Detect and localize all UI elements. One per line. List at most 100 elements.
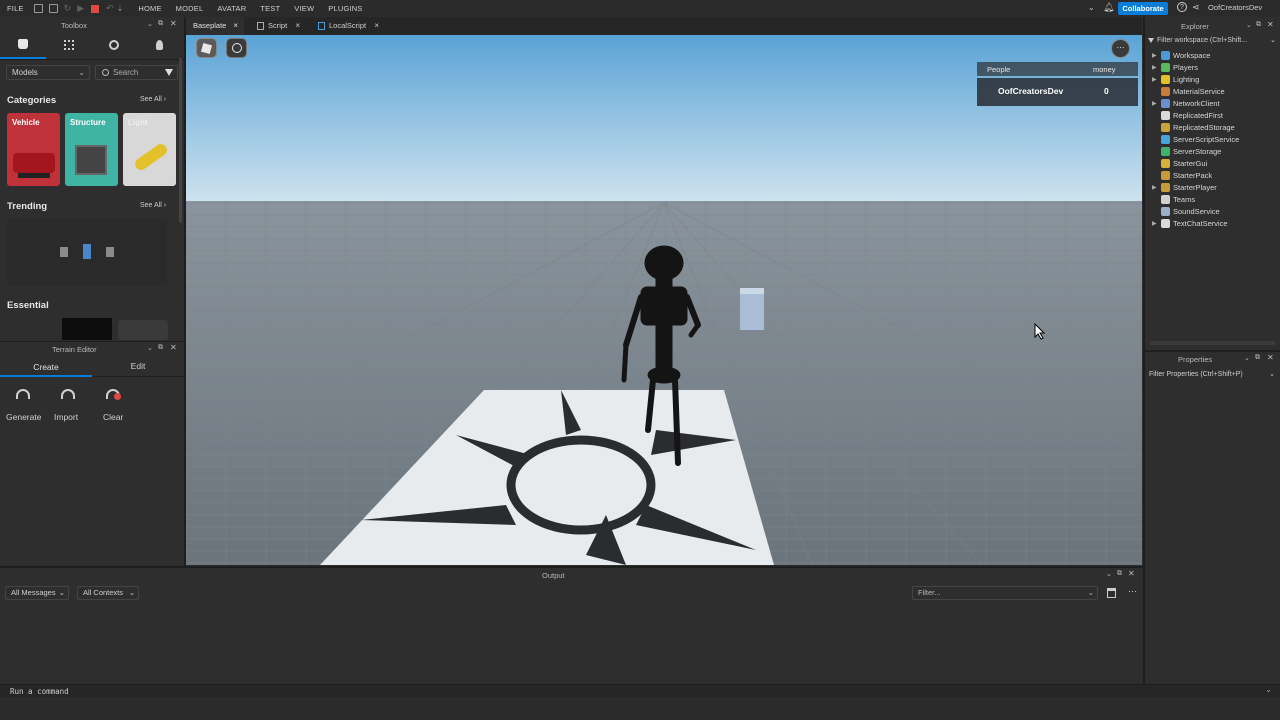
expand-arrow-icon[interactable]: ▶ [1152,220,1161,227]
more-options-button[interactable]: ··· [1111,39,1130,58]
more-icon[interactable]: ⇣ [117,4,124,13]
toolbox-scrollbar[interactable] [179,58,182,223]
menu-plugins[interactable]: PLUGINS [321,4,369,13]
roblox-menu-button[interactable] [196,38,217,58]
output-log-area[interactable] [0,604,1143,684]
expand-arrow-icon[interactable]: ▶ [1152,64,1161,71]
more-icon[interactable]: ⋯ [1128,586,1137,597]
category-card-vehicle[interactable]: Vehicle [7,113,60,186]
panel-menu-icon[interactable]: ⌄ [147,20,153,28]
command-input[interactable]: Run a command [10,687,69,696]
essential-item[interactable] [62,318,112,340]
explorer-item[interactable]: ReplicatedStorage [1152,121,1235,133]
clock-icon[interactable] [109,40,119,50]
explorer-item[interactable]: ServerScriptService [1152,133,1239,145]
undo-icon[interactable]: ↶ [106,3,114,14]
save-icon[interactable] [48,4,58,13]
explorer-hscrollbar[interactable] [1150,341,1275,345]
chat-button[interactable] [226,38,247,58]
redo-icon[interactable]: ↻ [64,3,72,14]
tab-create[interactable]: Create [0,357,92,377]
expand-arrow-icon[interactable]: ▶ [1152,52,1161,59]
stop-icon[interactable] [91,4,100,13]
undock-icon[interactable]: ⧉ [1256,21,1261,29]
play-icon[interactable]: ▶ [77,3,84,14]
panel-menu-icon[interactable]: ⌄ [1106,570,1112,578]
close-icon[interactable]: ✕ [170,343,177,352]
collaborate-button[interactable]: Collaborate [1118,2,1168,15]
close-icon[interactable]: ✕ [1267,20,1274,29]
player-money: 0 [1104,86,1109,96]
panel-menu-icon[interactable]: ⌄ [1244,354,1250,362]
menu-model[interactable]: MODEL [169,4,211,13]
close-tab-icon[interactable]: × [295,17,300,35]
import-tool[interactable]: Import [50,385,90,425]
bell-icon[interactable]: 🔔︎ [1103,2,1114,13]
menu-avatar[interactable]: AVATAR [210,4,253,13]
ellipsis-icon: ··· [1116,43,1125,52]
see-all-trending-link[interactable]: See All › [140,202,166,209]
undock-icon[interactable]: ⧉ [158,344,163,352]
explorer-item[interactable]: ▶ TextChatService [1152,217,1228,229]
explorer-item[interactable]: MaterialService [1152,85,1225,97]
undock-icon[interactable]: ⧉ [1117,570,1122,578]
chevron-down-icon[interactable]: ⌄ [1088,3,1095,12]
close-icon[interactable]: ✕ [1267,353,1274,362]
messages-dropdown[interactable]: All Messages ⌄ [5,586,69,600]
explorer-filter-input[interactable]: Filter workspace (Ctrl+Shift... ⌄ [1148,35,1278,47]
explorer-item[interactable]: StarterGui [1152,157,1207,169]
explorer-item[interactable]: ▶ Players [1152,61,1198,73]
tab-script[interactable]: Script × [252,17,308,35]
contexts-dropdown[interactable]: All Contexts ⌄ [77,586,139,600]
close-icon[interactable]: ✕ [1128,569,1135,578]
essential-item[interactable] [118,320,168,340]
grid-icon[interactable] [64,40,74,50]
close-tab-icon[interactable]: × [374,17,379,35]
explorer-item[interactable]: ▶ NetworkClient [1152,97,1220,109]
menu-view[interactable]: VIEW [287,4,321,13]
expand-arrow-icon[interactable]: ▶ [1152,184,1161,191]
explorer-item[interactable]: ▶ StarterPlayer [1152,181,1217,193]
explorer-item[interactable]: SoundService [1152,205,1220,217]
explorer-item[interactable]: ▶ Workspace [1152,49,1210,61]
panel-menu-icon[interactable]: ⌄ [147,344,153,352]
generate-tool[interactable]: Generate [4,385,44,425]
command-bar[interactable]: Run a command ⌄ [0,684,1280,697]
game-viewport[interactable] [186,35,1142,565]
properties-filter-input[interactable]: Filter Properties (Ctrl+Shift+P) ⌄ [1149,369,1277,381]
explorer-item[interactable]: ReplicatedFirst [1152,109,1223,121]
menu-test[interactable]: TEST [253,4,287,13]
share-icon[interactable]: ⋖ [1192,2,1200,13]
menu-home[interactable]: HOME [131,4,168,13]
undock-icon[interactable]: ⧉ [158,20,163,28]
close-tab-icon[interactable]: × [233,17,238,35]
explorer-item[interactable]: Teams [1152,193,1195,205]
tab-edit[interactable]: Edit [92,357,184,377]
explorer-item[interactable]: ▶ Lighting [1152,73,1199,85]
category-card-structure[interactable]: Structure [65,113,118,186]
help-icon[interactable]: ? [1177,2,1187,12]
expand-arrow-icon[interactable]: ▶ [1152,100,1161,107]
tab-localscript[interactable]: LocalScript × [313,17,385,35]
explorer-item[interactable]: ServerStorage [1152,145,1221,157]
close-icon[interactable]: ✕ [170,19,177,28]
new-file-icon[interactable] [33,4,43,13]
clear-output-icon[interactable] [1107,588,1116,598]
clear-tool[interactable]: Clear [96,385,136,425]
filter-icon[interactable] [165,69,173,76]
expand-icon[interactable]: ⌄ [1265,685,1272,694]
see-all-categories-link[interactable]: See All › [140,96,166,103]
category-card-light[interactable]: Light [123,113,176,186]
lightbulb-icon[interactable] [156,40,163,50]
category-dropdown[interactable]: Models ⌄ [6,65,90,80]
username-label[interactable]: OofCreatorsDev [1208,3,1262,12]
leaderboard-row[interactable]: OofCreatorsDev 0 [977,78,1138,106]
panel-menu-icon[interactable]: ⌄ [1246,21,1252,29]
expand-arrow-icon[interactable]: ▶ [1152,76,1161,83]
output-filter-input[interactable]: Filter... ⌄ [912,586,1098,600]
tab-baseplate[interactable]: Baseplate × [186,17,244,35]
undock-icon[interactable]: ⧉ [1255,354,1260,362]
search-input[interactable]: Search [95,65,178,80]
menu-file[interactable]: FILE [0,4,31,13]
explorer-item[interactable]: StarterPack [1152,169,1212,181]
